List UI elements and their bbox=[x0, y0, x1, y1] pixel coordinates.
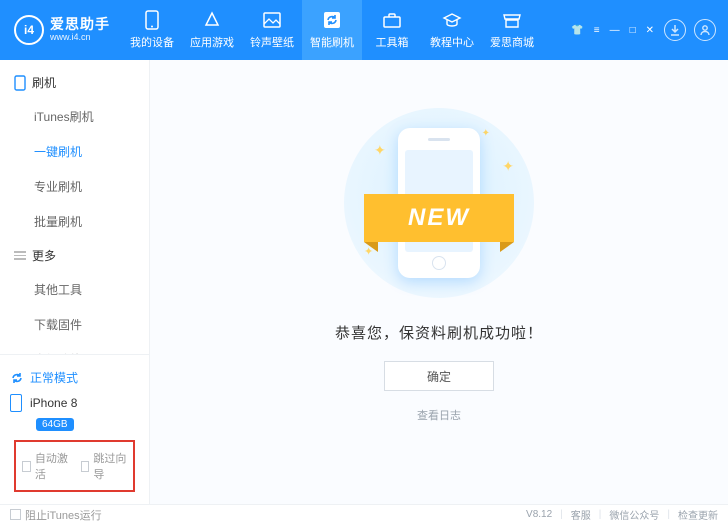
device-mode[interactable]: 正常模式 bbox=[10, 365, 139, 394]
window-controls: 👕 ≡ — □ ✕ bbox=[571, 25, 654, 36]
menu-lines-icon bbox=[14, 251, 26, 260]
view-log-link[interactable]: 查看日志 bbox=[417, 407, 461, 423]
phone-icon bbox=[145, 10, 159, 30]
refresh-icon bbox=[323, 10, 341, 30]
app-logo: i4 爱思助手 www.i4.cn bbox=[0, 15, 122, 45]
block-itunes-checkbox[interactable]: 阻止iTunes运行 bbox=[10, 507, 102, 523]
sidebar-item-advanced[interactable]: 高级功能 bbox=[34, 342, 149, 354]
sidebar-item-pro-flash[interactable]: 专业刷机 bbox=[34, 169, 149, 204]
store-icon bbox=[502, 10, 522, 30]
tab-my-device[interactable]: 我的设备 bbox=[122, 0, 182, 60]
wechat-link[interactable]: 微信公众号 bbox=[609, 507, 659, 522]
phone-outline-icon bbox=[14, 75, 26, 91]
sidebar-group-flash[interactable]: 刷机 bbox=[0, 66, 149, 99]
main-area: ✦ ✦ ✦ ✦ NEW 恭喜您，保资料刷机成功啦！ 确定 查看日志 bbox=[150, 60, 728, 504]
toolbox-icon bbox=[382, 10, 402, 30]
sidebar-item-itunes-flash[interactable]: iTunes刷机 bbox=[34, 99, 149, 134]
version-label: V8.12 bbox=[526, 509, 552, 520]
options-highlight: 自动激活 跳过向导 bbox=[14, 440, 135, 492]
apps-icon bbox=[203, 10, 221, 30]
skin-icon[interactable]: 👕 bbox=[571, 25, 583, 36]
support-link[interactable]: 客服 bbox=[571, 507, 591, 522]
sidebar-item-batch-flash[interactable]: 批量刷机 bbox=[34, 204, 149, 239]
app-url: www.i4.cn bbox=[50, 33, 110, 43]
auto-activate-checkbox[interactable]: 自动激活 bbox=[22, 450, 69, 482]
sparkle-icon: ✦ bbox=[482, 128, 490, 139]
menu-icon[interactable]: ≡ bbox=[594, 25, 600, 36]
image-icon bbox=[263, 10, 281, 30]
app-name: 爱思助手 bbox=[50, 17, 110, 32]
success-message: 恭喜您，保资料刷机成功啦！ bbox=[335, 322, 543, 343]
device-name: iPhone 8 bbox=[30, 396, 77, 410]
logo-badge-icon: i4 bbox=[14, 15, 44, 45]
device-entry[interactable]: iPhone 8 bbox=[10, 394, 139, 412]
success-illustration: ✦ ✦ ✦ ✦ NEW bbox=[344, 108, 534, 298]
storage-badge: 64GB bbox=[36, 418, 74, 431]
tab-tutorials[interactable]: 教程中心 bbox=[422, 0, 482, 60]
tab-tools[interactable]: 工具箱 bbox=[362, 0, 422, 60]
status-bar: 阻止iTunes运行 V8.12 | 客服 | 微信公众号 | 检查更新 bbox=[0, 504, 728, 524]
sidebar-item-download-firmware[interactable]: 下载固件 bbox=[34, 307, 149, 342]
download-button[interactable] bbox=[664, 19, 686, 41]
ok-button[interactable]: 确定 bbox=[384, 361, 494, 391]
sparkle-icon: ✦ bbox=[374, 142, 386, 159]
maximize-icon[interactable]: □ bbox=[630, 25, 636, 36]
sparkle-icon: ✦ bbox=[502, 158, 514, 175]
tab-store[interactable]: 爱思商城 bbox=[482, 0, 542, 60]
sidebar-item-other-tools[interactable]: 其他工具 bbox=[34, 272, 149, 307]
user-button[interactable] bbox=[694, 19, 716, 41]
skip-guide-checkbox[interactable]: 跳过向导 bbox=[81, 450, 128, 482]
tab-flash[interactable]: 智能刷机 bbox=[302, 0, 362, 60]
tab-ringtones[interactable]: 铃声壁纸 bbox=[242, 0, 302, 60]
minimize-icon[interactable]: — bbox=[610, 25, 620, 36]
sidebar: 刷机 iTunes刷机 一键刷机 专业刷机 批量刷机 更多 其他工具 下载固件 … bbox=[0, 60, 150, 504]
check-update-link[interactable]: 检查更新 bbox=[678, 507, 718, 522]
sync-icon bbox=[10, 371, 24, 385]
device-phone-icon bbox=[10, 394, 22, 412]
header-tabs: 我的设备 应用游戏 铃声壁纸 智能刷机 工具箱 教程中心 爱思商城 bbox=[122, 0, 542, 60]
ribbon-icon: NEW bbox=[364, 194, 514, 242]
sidebar-group-more[interactable]: 更多 bbox=[0, 239, 149, 272]
sidebar-item-oneclick-flash[interactable]: 一键刷机 bbox=[34, 134, 149, 169]
close-icon[interactable]: ✕ bbox=[646, 25, 654, 36]
graduation-icon bbox=[442, 10, 462, 30]
tab-apps[interactable]: 应用游戏 bbox=[182, 0, 242, 60]
header: i4 爱思助手 www.i4.cn 我的设备 应用游戏 铃声壁纸 智能刷机 工具… bbox=[0, 0, 728, 60]
